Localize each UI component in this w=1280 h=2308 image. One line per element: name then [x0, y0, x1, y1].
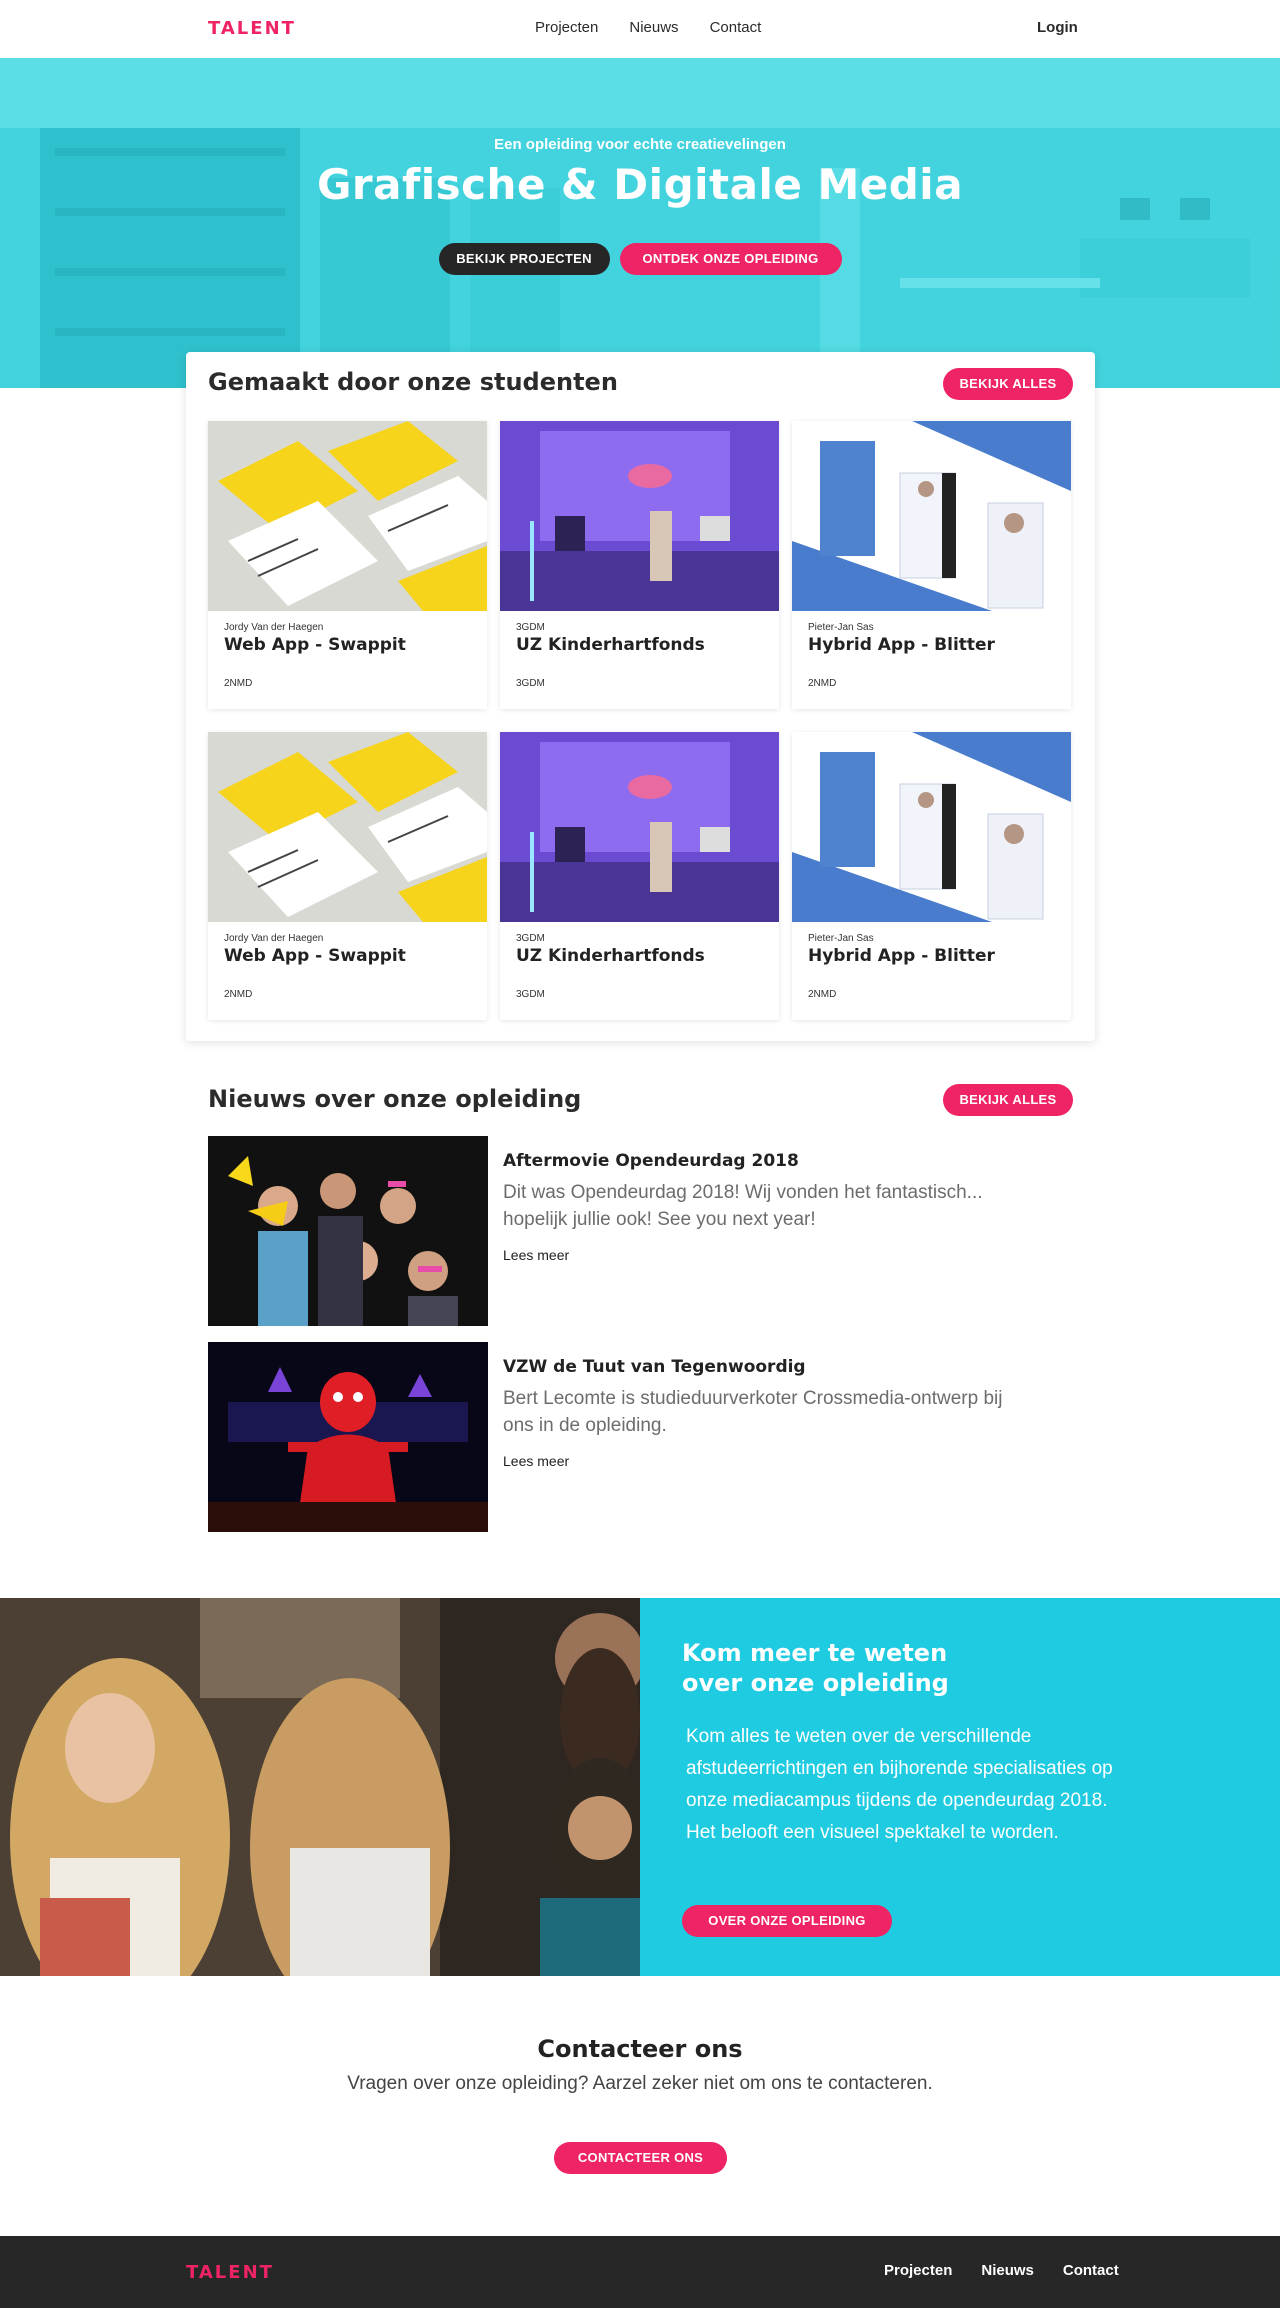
news-item-text: Dit was Opendeurdag 2018! Wij vonden het…	[503, 1182, 983, 1230]
footer-nav-contact[interactable]: Contact	[1063, 2262, 1119, 2279]
ontdek-opleiding-button[interactable]: ONTDEK ONZE OPLEIDING	[619, 243, 842, 275]
info-band: Kom meer te weten over onze opleiding Ko…	[0, 1598, 1280, 1976]
project-meta: Jordy Van der Haegen	[224, 622, 324, 633]
bekijk-projecten-button[interactable]: BEKIJK PROJECTEN	[438, 243, 610, 275]
project-card[interactable]: Pieter-Jan Sas Hybrid App - Blitter 2NMD	[792, 421, 1071, 709]
login-link[interactable]: Login	[1037, 19, 1078, 36]
project-meta: Pieter-Jan Sas	[808, 622, 874, 633]
project-card[interactable]: 3GDM UZ Kinderhartfonds 3GDM	[500, 732, 779, 1020]
project-name: Web App - Swappit	[224, 635, 406, 655]
nav-contact[interactable]: Contact	[710, 19, 762, 36]
news-read-more-link[interactable]: Lees meer	[503, 1247, 569, 1263]
project-tag: 2NMD	[808, 989, 837, 1000]
project-image-lab	[500, 421, 779, 611]
footer-nav: Projecten Nieuws Contact	[884, 2262, 1119, 2279]
news-read-more-link[interactable]: Lees meer	[503, 1453, 569, 1469]
footer-nav-nieuws[interactable]: Nieuws	[981, 2262, 1034, 2279]
hero-subtitle: Een opleiding voor echte creatievelingen	[494, 136, 786, 153]
contact-text: Vragen over onze opleiding? Aarzel zeker…	[347, 2073, 933, 2094]
info-title: Kom meer te weten over onze opleiding	[682, 1639, 949, 1697]
project-tag: 3GDM	[516, 989, 545, 1000]
contact-title: Contacteer ons	[537, 2035, 743, 2063]
site-logo[interactable]: TALENT	[208, 18, 296, 39]
project-tag: 3GDM	[516, 678, 545, 689]
info-text: Kom alles te weten over de verschillende…	[686, 1726, 1113, 1843]
project-card[interactable]: 3GDM UZ Kinderhartfonds 3GDM	[500, 421, 779, 709]
hero-title: Grafische & Digitale Media	[316, 160, 964, 209]
project-name: Hybrid App - Blitter	[808, 946, 995, 966]
hero-banner: Een opleiding voor echte creatievelingen…	[0, 58, 1280, 388]
project-card[interactable]: Jordy Van der Haegen Web App - Swappit 2…	[208, 421, 487, 709]
project-meta: 3GDM	[516, 622, 545, 633]
news-image-opendeurdag	[208, 1136, 488, 1326]
news-item[interactable]: Aftermovie Opendeurdag 2018 Dit was Open…	[208, 1136, 1072, 1326]
news-title: Nieuws over onze opleiding	[208, 1085, 582, 1113]
site-footer: TALENT Projecten Nieuws Contact	[0, 2236, 1280, 2308]
news-view-all-button[interactable]: BEKIJK ALLES	[943, 1084, 1073, 1116]
hero-buttons: BEKIJK PROJECTEN ONTDEK ONZE OPLEIDING	[0, 243, 1280, 275]
project-image-app	[792, 421, 1071, 611]
project-image-cv	[208, 421, 487, 611]
project-name: UZ Kinderhartfonds	[516, 946, 705, 966]
contacteer-ons-button[interactable]: CONTACTEER ONS	[554, 2142, 727, 2174]
project-meta: 3GDM	[516, 933, 545, 944]
news-item-title[interactable]: VZW de Tuut van Tegenwoordig	[503, 1357, 806, 1377]
project-meta: Pieter-Jan Sas	[808, 933, 874, 944]
project-image-app	[792, 732, 1071, 922]
project-name: Web App - Swappit	[224, 946, 406, 966]
project-tag: 2NMD	[808, 678, 837, 689]
news-item[interactable]: VZW de Tuut van Tegenwoordig Bert Lecomt…	[208, 1342, 1072, 1532]
project-name: UZ Kinderhartfonds	[516, 635, 705, 655]
main-nav: Projecten Nieuws Contact	[535, 19, 761, 36]
projects-section: Gemaakt door onze studenten BEKIJK ALLES…	[186, 352, 1095, 1041]
nav-projecten[interactable]: Projecten	[535, 19, 598, 36]
news-item-title[interactable]: Aftermovie Opendeurdag 2018	[503, 1151, 799, 1171]
project-card[interactable]: Pieter-Jan Sas Hybrid App - Blitter 2NMD	[792, 732, 1071, 1020]
project-image-lab	[500, 732, 779, 922]
students-photo	[0, 1598, 640, 1976]
news-image-tuut	[208, 1342, 488, 1532]
project-tag: 2NMD	[224, 989, 253, 1000]
nav-nieuws[interactable]: Nieuws	[629, 19, 678, 36]
projects-grid: Jordy Van der Haegen Web App - Swappit 2…	[208, 421, 1074, 1020]
project-card[interactable]: Jordy Van der Haegen Web App - Swappit 2…	[208, 732, 487, 1020]
over-opleiding-button[interactable]: OVER ONZE OPLEIDING	[682, 1905, 892, 1937]
project-image-cv	[208, 732, 487, 922]
project-name: Hybrid App - Blitter	[808, 635, 995, 655]
contact-section: Contacteer ons Vragen over onze opleidin…	[0, 2035, 1280, 2174]
footer-logo[interactable]: TALENT	[186, 2262, 274, 2283]
projects-view-all-button[interactable]: BEKIJK ALLES	[943, 368, 1073, 400]
project-tag: 2NMD	[224, 678, 253, 689]
project-meta: Jordy Van der Haegen	[224, 933, 324, 944]
footer-nav-projecten[interactable]: Projecten	[884, 2262, 952, 2279]
projects-title: Gemaakt door onze studenten	[208, 368, 618, 396]
site-header: TALENT Projecten Nieuws Contact Login	[0, 0, 1280, 58]
news-item-text: Bert Lecomte is studieduurverkoter Cross…	[503, 1388, 1003, 1436]
info-panel: Kom meer te weten over onze opleiding Ko…	[640, 1598, 1280, 1976]
